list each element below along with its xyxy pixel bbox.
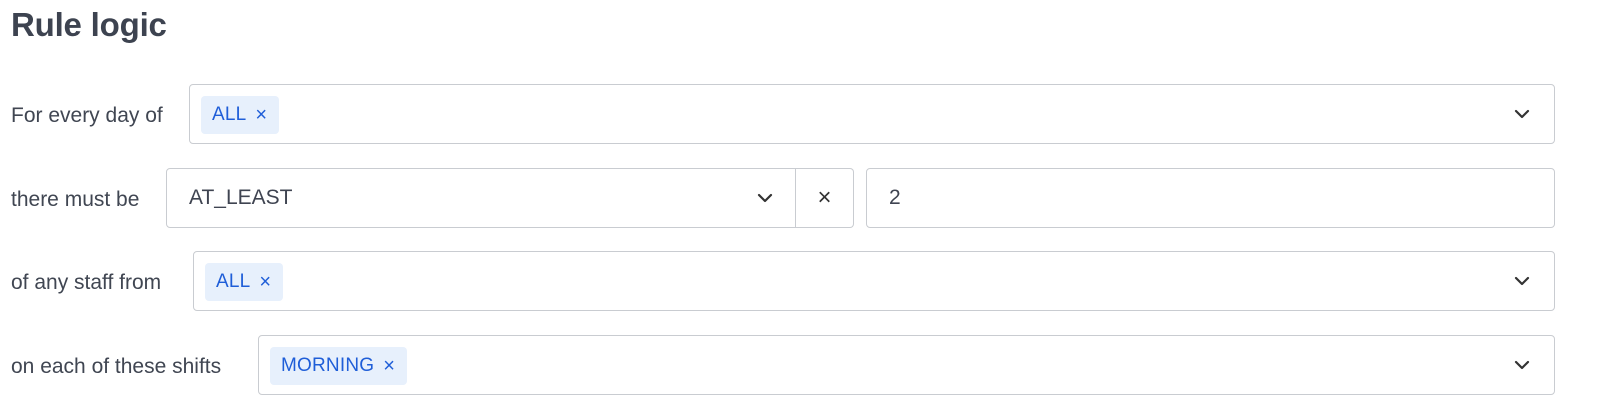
staff-chip-all: ALL × — [205, 263, 284, 301]
chip-remove-icon[interactable]: × — [383, 356, 395, 376]
quantity-label: there must be — [11, 188, 140, 211]
shifts-row: on each of these shifts MORNING × — [0, 335, 1600, 399]
clear-operator-button[interactable]: × — [796, 168, 854, 228]
chip-remove-icon[interactable]: × — [255, 105, 267, 125]
days-select[interactable]: ALL × — [189, 84, 1555, 144]
chip-label: ALL — [216, 271, 251, 292]
rule-logic-panel: Rule logic For every day of ALL × there … — [0, 0, 1600, 420]
chevron-down-icon[interactable] — [1514, 109, 1530, 119]
count-value: 2 — [889, 186, 901, 209]
chip-label: MORNING — [281, 355, 375, 376]
chevron-down-icon[interactable] — [757, 193, 773, 203]
shifts-chip-morning: MORNING × — [270, 347, 407, 385]
days-chip-all: ALL × — [201, 96, 280, 134]
staff-row: of any staff from ALL × — [0, 251, 1600, 315]
section-title: Rule logic — [11, 6, 167, 43]
shifts-label: on each of these shifts — [11, 355, 222, 378]
count-input[interactable]: 2 — [866, 168, 1555, 228]
chevron-down-icon[interactable] — [1514, 360, 1530, 370]
chevron-down-icon[interactable] — [1514, 276, 1530, 286]
operator-select[interactable]: AT_LEAST — [166, 168, 796, 228]
staff-select[interactable]: ALL × — [193, 251, 1555, 311]
days-row: For every day of ALL × — [0, 84, 1600, 148]
staff-label: of any staff from — [11, 271, 162, 294]
days-label: For every day of — [11, 104, 163, 127]
operator-value: AT_LEAST — [189, 186, 293, 209]
chip-label: ALL — [212, 104, 247, 125]
quantity-row: there must be AT_LEAST × 2 — [0, 168, 1600, 232]
chip-remove-icon[interactable]: × — [259, 272, 271, 292]
shifts-select[interactable]: MORNING × — [258, 335, 1555, 395]
